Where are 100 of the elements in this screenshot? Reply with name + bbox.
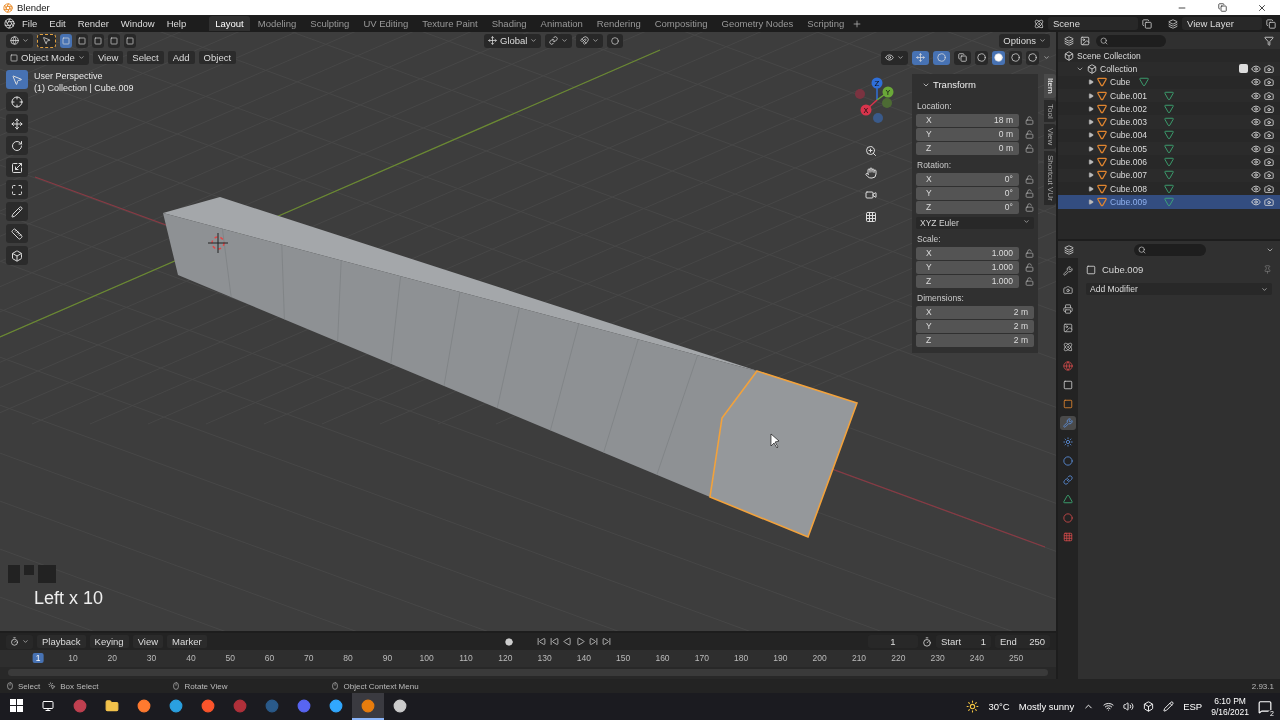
workspace-tab[interactable]: Sculpting	[304, 16, 356, 31]
rotation-mode-dropdown[interactable]: XYZ Euler	[916, 217, 1034, 229]
outliner-item-name[interactable]: Cube.005	[1110, 143, 1147, 154]
frame-number: 230	[929, 653, 946, 663]
end-frame-field[interactable]: End 250	[995, 635, 1050, 648]
frame-number: 10	[67, 653, 79, 663]
menu-item[interactable]: Edit	[44, 18, 71, 29]
sidebar-tab[interactable]: View	[1044, 124, 1056, 150]
number-field[interactable]: Z 0 m	[916, 142, 1019, 155]
frame-number: 20	[106, 653, 119, 663]
workspace-tab[interactable]: Geometry Nodes	[715, 16, 800, 31]
outliner-item-name[interactable]: Cube.006	[1110, 157, 1147, 167]
options-dropdown[interactable]: Options	[999, 33, 1050, 48]
menu-item[interactable]: Marker	[167, 635, 207, 648]
frame-number: 220	[890, 653, 907, 663]
menu-item[interactable]: Keying	[89, 635, 129, 648]
object-name: Cube.009	[1102, 264, 1144, 275]
outliner-item-name[interactable]: Cube.001	[1110, 90, 1147, 101]
frame-number: 130	[536, 653, 553, 663]
menu-item[interactable]: View	[92, 51, 124, 64]
outliner-item-name[interactable]: Cube.003	[1110, 117, 1147, 128]
add-modifier-dropdown[interactable]: Add Modifier	[1086, 283, 1272, 295]
scene-field[interactable]: Scene	[1048, 17, 1138, 30]
sidebar-tab[interactable]: Shortcut VUr	[1044, 151, 1056, 206]
group-label: Dimensions:	[916, 292, 964, 305]
outliner-item-name[interactable]: Cube.004	[1110, 130, 1147, 141]
menu-item[interactable]: File	[17, 18, 43, 29]
sidebar-tab[interactable]: Tool	[1044, 99, 1056, 123]
menu-item[interactable]: Render	[72, 18, 114, 29]
workspace-tab[interactable]: Texture Paint	[416, 16, 484, 31]
workspace-tab[interactable]: Shading	[485, 16, 533, 31]
start-frame-field[interactable]: Start 1	[936, 635, 991, 648]
number-field[interactable]: Y 0°	[916, 187, 1019, 200]
number-field[interactable]: X 1.000	[916, 247, 1019, 260]
clock-date[interactable]: 9/16/2021	[1211, 706, 1249, 718]
frame-number: 40	[185, 653, 197, 663]
menu-item[interactable]: Playback	[37, 635, 86, 648]
number-field[interactable]: Z 1.000	[916, 275, 1019, 288]
menu-item[interactable]: Object	[198, 51, 237, 64]
frame-number: 110	[458, 653, 474, 663]
outliner-item-name[interactable]: Cube.007	[1110, 170, 1147, 181]
clock-time[interactable]: 6:10 PM	[1214, 695, 1246, 707]
number-field[interactable]: X 2 m	[916, 306, 1034, 319]
status-hint: Box Select	[60, 681, 99, 691]
frame-number: 1	[32, 653, 44, 663]
frame-number: 150	[615, 653, 632, 663]
number-field[interactable]: Z 2 m	[916, 334, 1034, 347]
workspace-tab[interactable]: UV Editing	[357, 16, 415, 31]
menu-item[interactable]: View	[132, 635, 164, 648]
menu-item[interactable]: Window	[115, 18, 160, 29]
workspace-tab[interactable]: Modeling	[251, 16, 303, 31]
frame-number: 50	[224, 653, 236, 663]
outliner-item-name[interactable]: Cube.008	[1110, 183, 1147, 194]
frame-number: 60	[263, 653, 276, 663]
context-label: (1) Collection | Cube.009	[34, 82, 134, 94]
frame-number: 250	[1008, 653, 1025, 663]
workspace-tab[interactable]: Animation	[534, 16, 589, 31]
number-field[interactable]: X 18 m	[916, 114, 1019, 127]
language-indicator[interactable]: ESP	[1183, 701, 1203, 712]
orientation-dropdown[interactable]: Global	[484, 33, 542, 48]
version-label: 2.93.1	[1251, 681, 1274, 691]
workspace-tab[interactable]: Compositing	[648, 16, 714, 31]
frame-number: 210	[850, 653, 868, 663]
menu-item[interactable]: Select	[127, 51, 164, 64]
frame-number: 170	[693, 653, 710, 663]
frame-number: 160	[654, 653, 671, 663]
menu-item[interactable]: Help	[161, 18, 192, 29]
panel-title[interactable]: Transform	[916, 77, 976, 96]
number-field[interactable]: Y 0 m	[916, 128, 1019, 141]
mode-dropdown[interactable]: Object Mode	[6, 50, 89, 65]
frame-number: 70	[303, 653, 315, 663]
menu-item[interactable]: Add	[167, 51, 195, 64]
number-field[interactable]: Z 0°	[916, 201, 1019, 214]
outliner-item-name[interactable]: Cube.009	[1110, 196, 1147, 207]
workspace-tab[interactable]: Scripting	[801, 16, 851, 31]
frame-number: 180	[733, 653, 750, 663]
outliner-item-name[interactable]: Cube.002	[1110, 103, 1147, 114]
workspace-tab[interactable]: Rendering	[590, 16, 647, 31]
frame-number: 90	[381, 653, 394, 663]
group-label: Scale:	[916, 233, 941, 246]
group-label: Location:	[916, 100, 952, 113]
temperature: 30°C	[988, 701, 1010, 712]
number-field[interactable]: Y 1.000	[916, 261, 1019, 274]
number-field[interactable]: X 0°	[916, 173, 1019, 186]
status-hint: Object Context Menu	[343, 681, 419, 691]
number-field[interactable]: Y 2 m	[916, 320, 1034, 333]
frame-number: 80	[342, 653, 354, 663]
outliner-item-name[interactable]: Scene Collection	[1077, 50, 1141, 61]
sidebar-tab[interactable]: Item	[1044, 74, 1056, 98]
weather-text[interactable]: Mostly sunny	[1018, 701, 1075, 712]
view-layer-field[interactable]: View Layer	[1182, 17, 1262, 30]
status-hint: Rotate View	[184, 681, 228, 691]
outliner-item-name[interactable]: Collection	[1100, 63, 1138, 74]
current-frame-field[interactable]: 1	[868, 635, 918, 648]
last-operation-label: Left x 10	[34, 588, 104, 609]
outliner-row[interactable]: Cube.009	[1058, 195, 1280, 209]
workspace-tab[interactable]: Layout	[209, 16, 250, 31]
outliner-item-name[interactable]: Cube	[1110, 77, 1131, 88]
frame-number: 30	[145, 653, 158, 663]
group-label: Rotation:	[916, 159, 952, 172]
